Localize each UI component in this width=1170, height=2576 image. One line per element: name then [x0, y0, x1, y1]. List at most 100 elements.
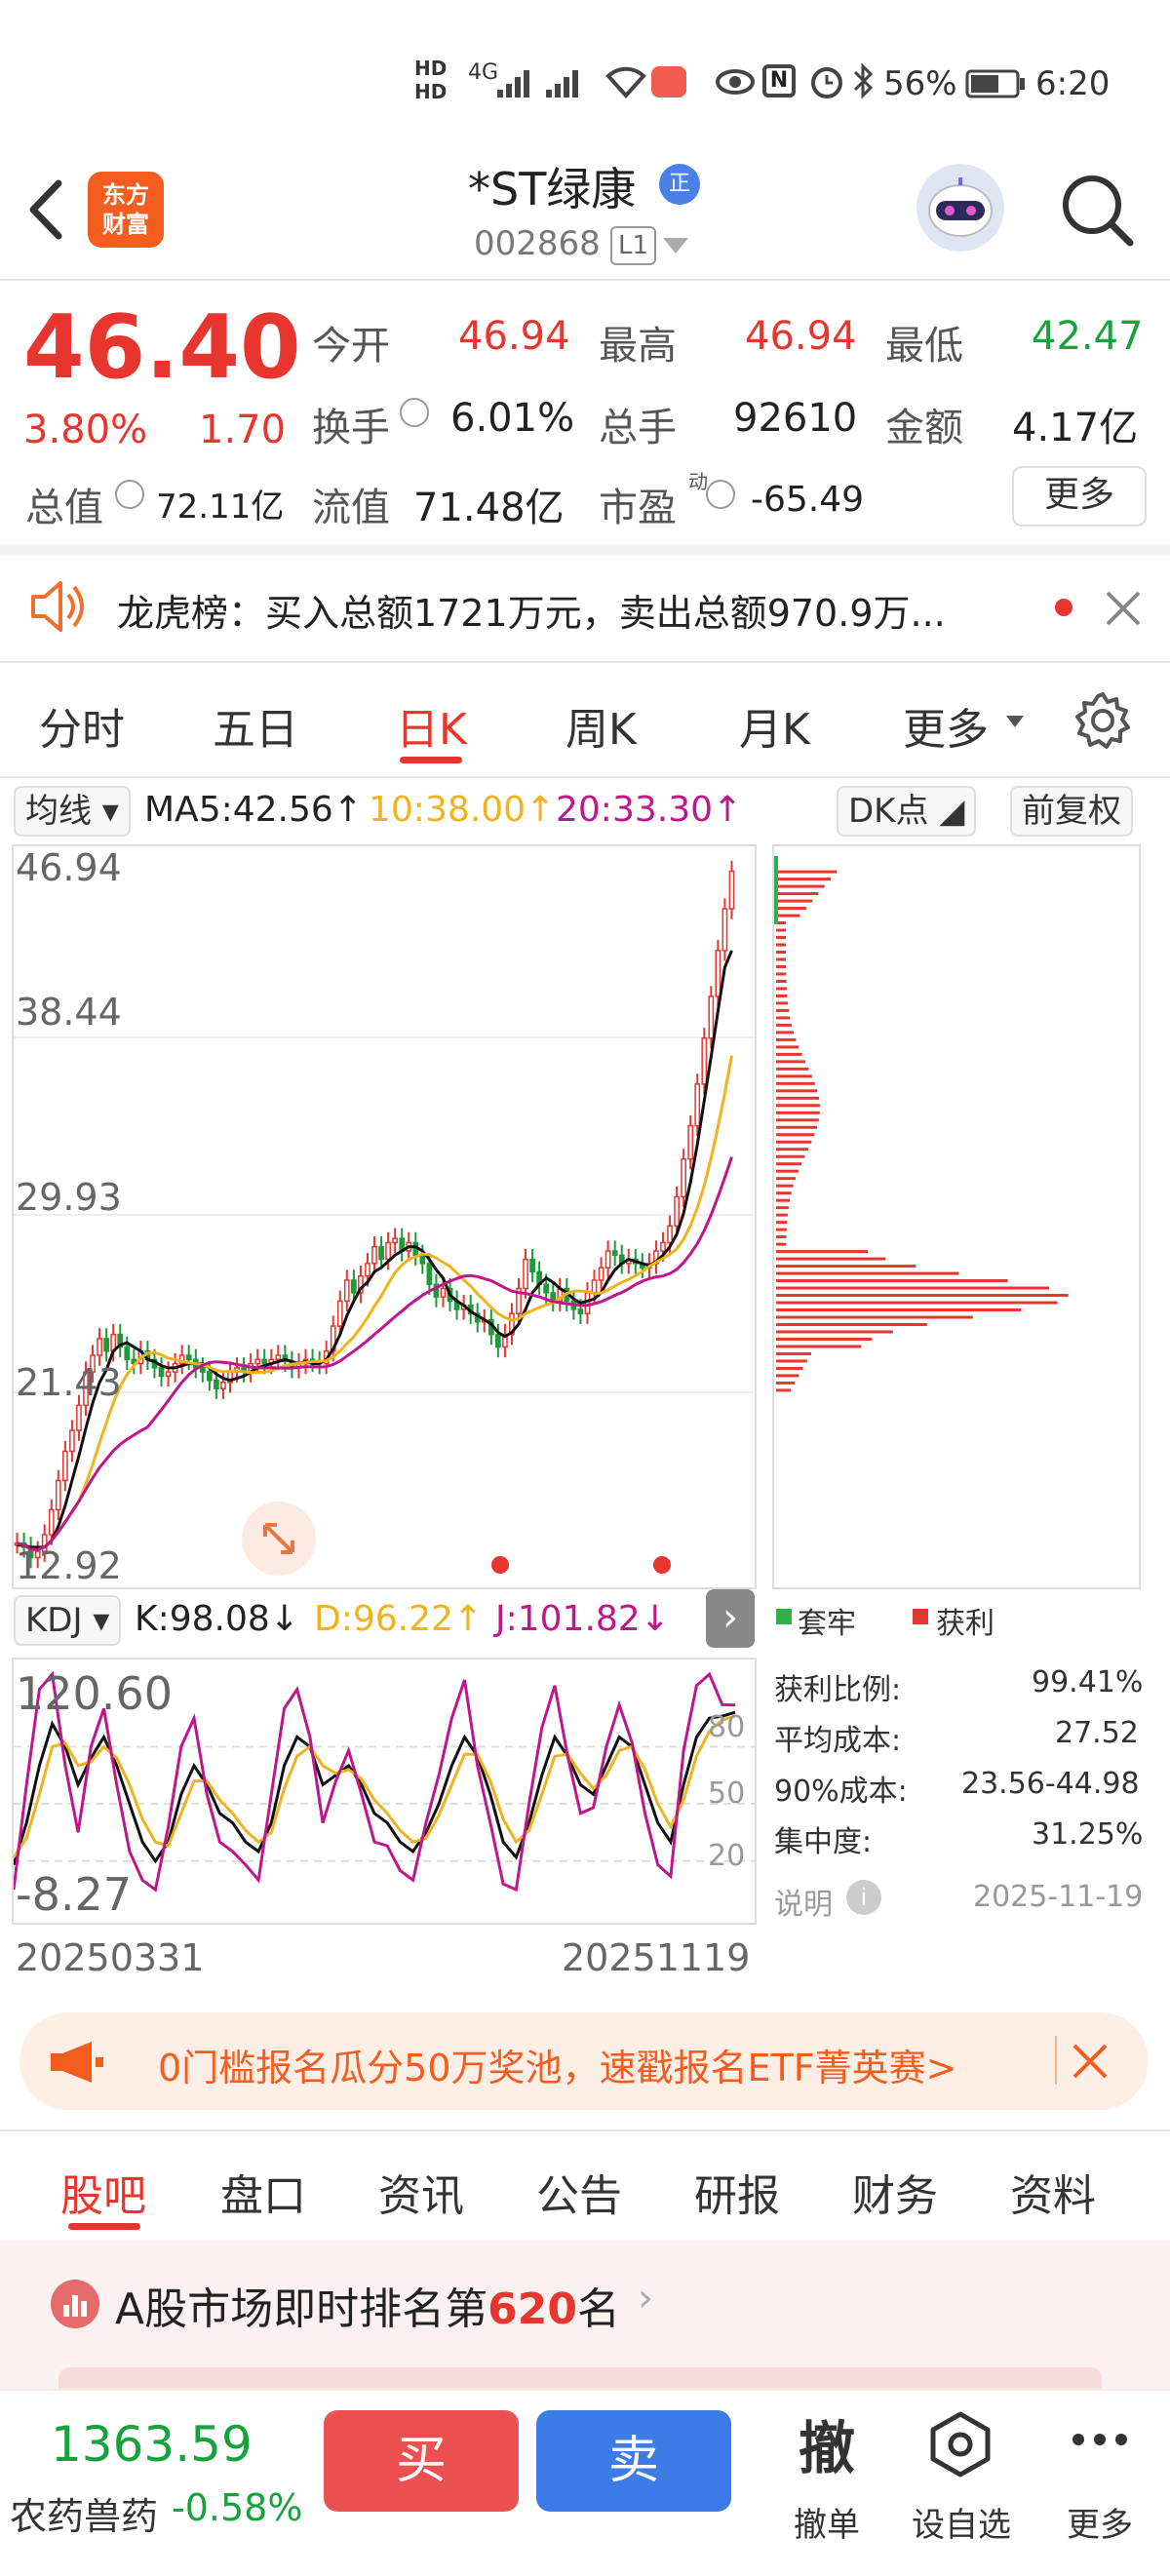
tab-announcements[interactable]: 公告: [536, 2161, 622, 2223]
x-start-date: 20250331: [16, 1936, 205, 1979]
candle: [681, 1158, 687, 1198]
kline-chart[interactable]: 46.94 38.44 29.93 21.43 12.92: [12, 844, 757, 1589]
chip-bar: [776, 1140, 812, 1144]
candle: [392, 1237, 399, 1244]
info-icon[interactable]: i: [846, 1880, 881, 1915]
explain-label[interactable]: 说明: [774, 1880, 833, 1923]
cancel-order-label[interactable]: 撤单: [772, 2498, 881, 2546]
pe-superscript: 动: [688, 470, 708, 493]
cancel-icon[interactable]: 撤: [782, 2402, 872, 2484]
tab-news[interactable]: 资讯: [378, 2161, 464, 2223]
last-price: 46.40: [23, 296, 301, 399]
chip-bar: [776, 1337, 873, 1341]
notice-text[interactable]: 龙虎榜：买入总额1721万元，卖出总额970.9万...: [117, 583, 946, 637]
tab-more[interactable]: 更多: [903, 694, 989, 757]
ma-select[interactable]: 均线 ▾: [14, 786, 131, 837]
volume-value: 92610: [733, 396, 858, 441]
promo-banner[interactable]: 0门槛报名瓜分50万奖池，速戳报名ETF菁英赛>: [20, 2012, 1149, 2110]
tab-intraday[interactable]: 分时: [39, 694, 125, 757]
chip-bar: [776, 1374, 800, 1378]
dk-point-dot[interactable]: [653, 1556, 671, 1574]
candle: [584, 1292, 591, 1314]
settings-gear-icon[interactable]: [1072, 690, 1133, 755]
sector-name[interactable]: 农药兽药: [10, 2486, 158, 2540]
hd-icon: HD HD: [414, 57, 448, 103]
more-dots-icon[interactable]: [1069, 2430, 1131, 2453]
legend-trapped-swatch: [776, 1609, 792, 1624]
status-bar: HD HD 4G N 56% 6:20: [0, 0, 1170, 166]
open-value: 46.94: [458, 314, 570, 359]
caret-down-icon[interactable]: [663, 238, 688, 254]
stock-code: 002868: [474, 224, 601, 263]
robot-avatar-icon[interactable]: [916, 164, 1004, 252]
kdj-select-label: KDJ: [25, 1601, 83, 1640]
candle: [611, 1250, 618, 1257]
tab-five-day[interactable]: 五日: [213, 694, 298, 757]
kdj-y-tick: 20: [708, 1839, 746, 1873]
d-value: D:96.22: [314, 1599, 453, 1639]
info-icon[interactable]: [400, 398, 429, 427]
open-label: 今开: [312, 324, 390, 369]
high-value: 46.94: [745, 314, 857, 359]
kdj-select[interactable]: KDJ ▾: [14, 1595, 122, 1646]
chip-bar: [776, 936, 787, 940]
buy-button[interactable]: 买: [324, 2410, 519, 2512]
chevron-right-icon: ›: [638, 2276, 653, 2321]
pe-label[interactable]: 市盈: [599, 476, 677, 532]
chip-bar: [776, 1104, 820, 1108]
chip-bar: [776, 1265, 916, 1268]
dk-point-button[interactable]: DK点 ◢: [837, 786, 977, 837]
card-peek: [58, 2367, 1102, 2389]
tab-financials[interactable]: 财务: [852, 2161, 938, 2223]
back-button[interactable]: [21, 176, 70, 248]
chip-bar: [776, 1177, 797, 1181]
more-quote-button[interactable]: 更多: [1012, 466, 1147, 527]
close-icon[interactable]: [1071, 2042, 1110, 2085]
kline-svg: [14, 860, 755, 1569]
chip-bar: [776, 1184, 794, 1188]
candle: [687, 1124, 694, 1160]
candle: [604, 1250, 611, 1268]
legend-trapped: 套牢: [798, 1607, 856, 1641]
ma5-value: MA5:42.56: [144, 790, 333, 830]
promo-text: 0门槛报名瓜分50万奖池，速戳报名ETF菁英赛>: [158, 2047, 957, 2089]
sell-button[interactable]: 卖: [536, 2410, 731, 2512]
tab-guba[interactable]: 股吧: [60, 2161, 146, 2223]
candle: [55, 1479, 61, 1511]
add-watchlist-icon[interactable]: [926, 2410, 994, 2482]
tab-monthly-k[interactable]: 月K: [739, 694, 810, 757]
chip-bar: [776, 1359, 807, 1363]
section-gap: [0, 544, 1170, 556]
tab-daily-k[interactable]: 日K: [396, 694, 467, 757]
more-label[interactable]: 更多: [1059, 2498, 1141, 2546]
candle: [185, 1354, 192, 1361]
chip-bar: [776, 1154, 805, 1158]
adjust-button[interactable]: 前复权: [1010, 786, 1133, 837]
expand-chart-button[interactable]: [242, 1502, 316, 1576]
tab-weekly-k[interactable]: 周K: [566, 694, 637, 757]
caret-down-icon: [1006, 716, 1024, 727]
candle: [61, 1450, 68, 1482]
amount-label: 金额: [885, 406, 963, 450]
tab-orderbook[interactable]: 盘口: [220, 2161, 306, 2223]
candle: [529, 1258, 535, 1273]
info-icon[interactable]: [706, 480, 735, 509]
tab-profile[interactable]: 资料: [1010, 2161, 1096, 2223]
chip-bar: [776, 1023, 792, 1027]
chip-bar: [776, 899, 813, 903]
candle: [97, 1338, 102, 1356]
mktcap-label[interactable]: 总值: [25, 476, 103, 532]
search-icon[interactable]: [1058, 171, 1136, 253]
dk-point-dot[interactable]: [491, 1556, 509, 1574]
speaker-icon: [29, 579, 88, 638]
ranking-card[interactable]: A股市场即时排名第620名 ›: [0, 2241, 1170, 2389]
chip-bar: [776, 1111, 820, 1114]
close-icon[interactable]: [1104, 589, 1143, 632]
info-icon[interactable]: [115, 480, 144, 509]
next-indicator-button[interactable]: ›: [706, 1589, 755, 1648]
candle: [365, 1263, 370, 1277]
add-watchlist-label[interactable]: 设自选: [901, 2498, 1022, 2546]
tab-research[interactable]: 研报: [694, 2161, 780, 2223]
turnover-label[interactable]: 换手: [312, 396, 390, 452]
sector-index-value[interactable]: 1363.59: [51, 2416, 253, 2473]
